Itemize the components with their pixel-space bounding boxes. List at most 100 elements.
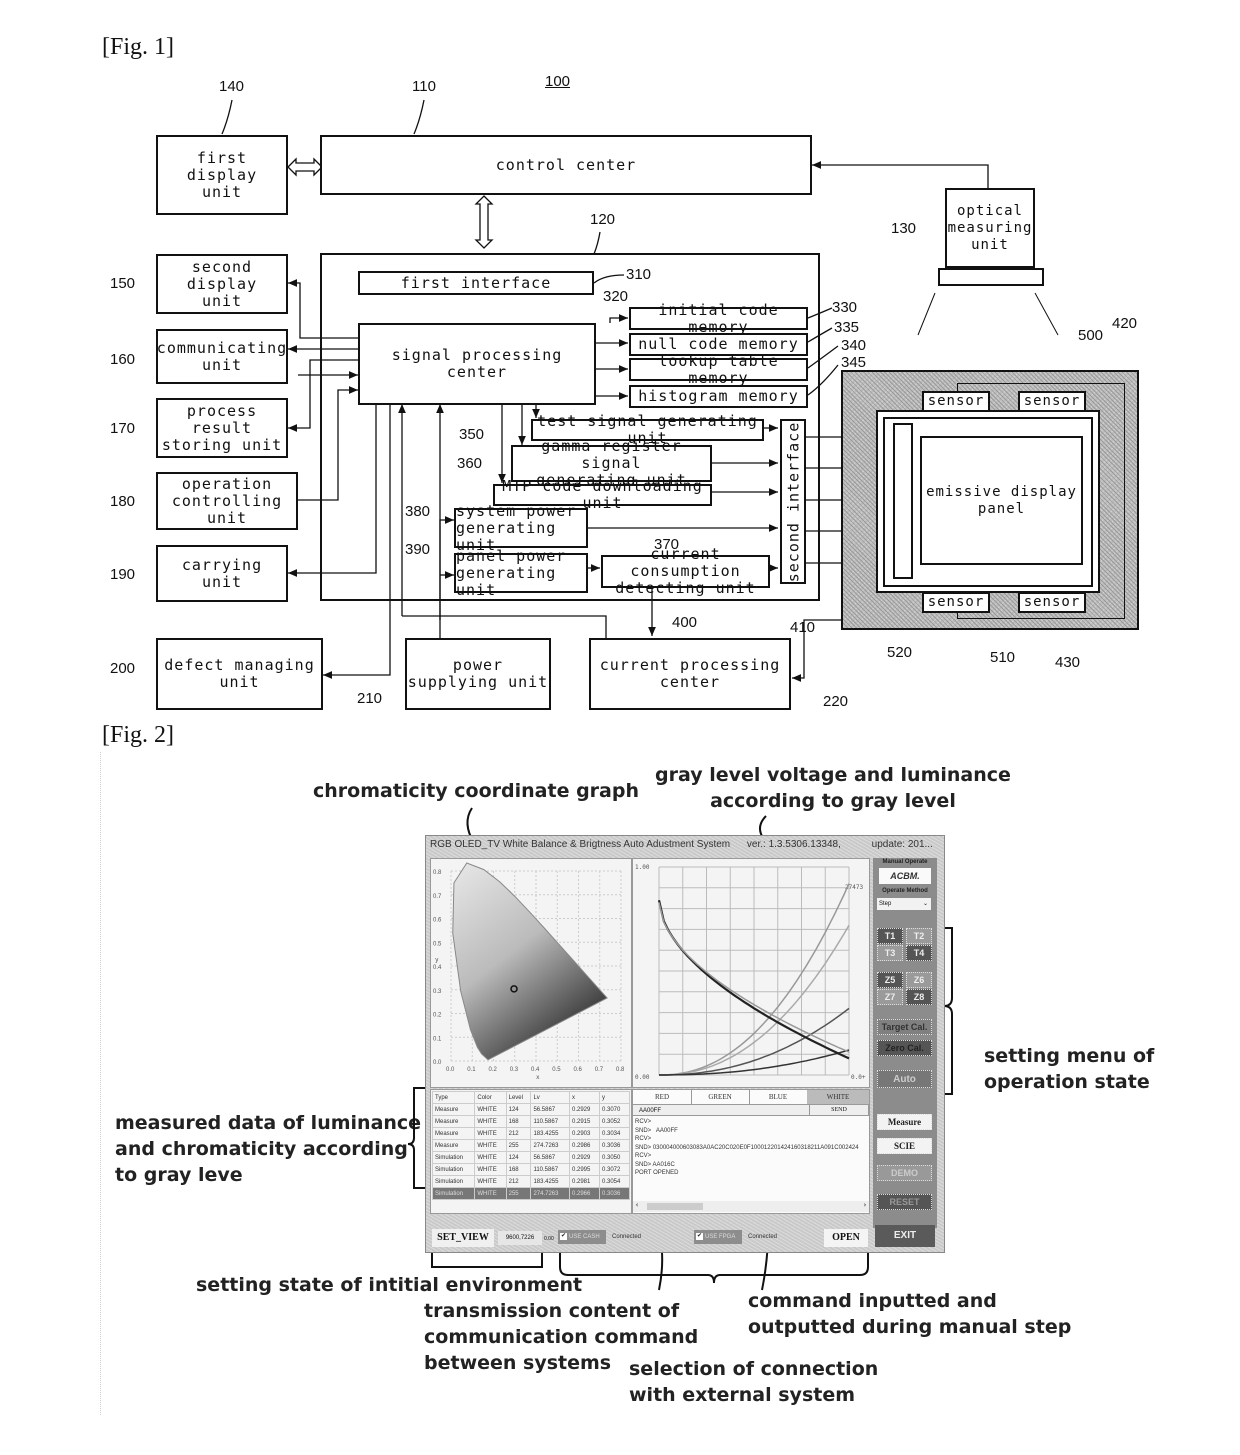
table-cell: 0.2903 [569,1127,600,1140]
tab-blue[interactable]: BLUE [749,1090,808,1104]
set-view-button[interactable]: SET_VIEW [432,1229,494,1247]
ref-110: 110 [412,78,436,95]
z6-button[interactable]: Z6 [906,972,932,988]
acbm-logo: ACBM. [879,868,931,884]
ref-120: 120 [590,211,616,228]
second-display-unit: second display unit [156,254,288,314]
table-row[interactable]: Measure WHITE 124 56.5867 0.2929 0.3070 [431,1103,631,1116]
leader-140 [221,99,233,135]
x-tick-label: 0.2 [489,1067,498,1073]
exit-button[interactable]: EXIT [875,1225,935,1247]
chromaticity-svg: 0.8 0.7 0.6 0.5 0.4 0.3 0.2 0.1 0.0 0.0 0.1 0.2 0.3 0… [433,862,625,1081]
ref-510: 510 [990,649,1016,666]
table-cell: Measure [431,1115,476,1128]
log-scrollbar[interactable]: ‹ › [633,1201,869,1212]
annotation-setting-menu: setting menu of operation state [984,1045,1155,1093]
second-interface: second interface [780,419,806,584]
bus-arrow-110-120 [474,195,494,249]
header-x: x [569,1091,600,1104]
table-cell: 183.4255 [530,1175,570,1188]
t3-button[interactable]: T3 [877,945,903,961]
manual-operate-label: Manual Operate [882,859,928,865]
table-row[interactable]: Measure WHITE 255 274.7263 0.2986 0.3036 [431,1139,631,1152]
tab-red[interactable]: RED [633,1090,692,1104]
baud-field[interactable]: 9600,7226 [498,1231,542,1245]
ref-140: 140 [219,78,245,95]
table-row[interactable]: Simulation WHITE 255 274.7263 0.2966 0.3036 [431,1187,631,1200]
table-cell: Measure [431,1139,476,1152]
target-cal-button[interactable]: Target Cal. [877,1019,932,1035]
operate-method-value: Step [879,901,892,907]
tab-green[interactable]: GREEN [691,1090,750,1104]
z8-button[interactable]: Z8 [906,989,932,1005]
table-row[interactable]: Simulation WHITE 124 56.5867 0.2929 0.3050 [431,1151,631,1164]
table-cell: WHITE [474,1139,507,1152]
table-cell: WHITE [474,1163,507,1176]
communicating-unit: communicating unit [156,329,288,384]
table-cell: Simulation [431,1151,476,1164]
annotation-initial-environment: setting state of intitial environment [196,1274,583,1296]
table-cell: WHITE [474,1151,507,1164]
table-cell: 0.3036 [598,1139,631,1152]
table-row[interactable]: Simulation WHITE 168 110.5867 0.2995 0.3072 [431,1163,631,1176]
sensor-bottom-right: sensor [1018,592,1086,613]
scroll-thumb[interactable] [647,1203,703,1210]
table-row[interactable]: Measure WHITE 212 183.4255 0.2903 0.3034 [431,1127,631,1140]
chevron-down-icon: ⌄ [922,901,928,907]
tab-white[interactable]: WHITE [807,1090,870,1104]
y-tick-label: 0.5 [433,941,442,947]
second-interface-label: second interface [784,421,802,582]
table-cell: 0.3072 [598,1163,631,1176]
table-cell: 168 [505,1115,532,1128]
table-cell: 0.2929 [569,1151,600,1164]
reset-button[interactable]: RESET [877,1194,932,1210]
ref-350: 350 [459,426,485,443]
histogram-memory: histogram memory [629,385,808,408]
y-tick-label: 0.7 [433,894,442,900]
x-axis-label: x [536,1074,540,1081]
operate-method-select[interactable]: Step ⌄ [877,898,931,910]
table-row[interactable]: Measure WHITE 168 110.5867 0.2915 0.3052 [431,1115,631,1128]
zero-cal-button[interactable]: Zero Cal. [877,1040,932,1056]
process-result-storing-unit: process result storing unit [156,398,288,458]
scroll-right-icon[interactable]: › [863,1201,867,1209]
table-cell: 124 [505,1103,532,1116]
gray-level-graph: 1.00 0.00 0.0+ 27473 [632,858,870,1088]
auto-button[interactable]: Auto [877,1070,932,1088]
annotation-measured-data: measured data of luminance and chromatic… [115,1112,422,1186]
send-button[interactable]: SEND [809,1104,869,1116]
scroll-left-icon[interactable]: ‹ [635,1201,639,1209]
t1-button[interactable]: T1 [877,928,903,944]
app-update: update: 201... [871,839,933,850]
measure-button[interactable]: Measure [877,1114,932,1130]
y-tick-label: 0.0 [433,1060,442,1066]
annotation-gray-level: gray level voltage and luminance accordi… [655,764,1011,812]
wire-optical-control [812,161,989,188]
table-row[interactable]: Simulation WHITE 212 183.4255 0.2981 0.3054 [431,1175,631,1188]
use-fpga-checkbox[interactable]: ✔ USE FPGA [694,1230,742,1244]
use-cash-checkbox[interactable]: ✔ USE CASH [558,1230,606,1244]
open-button[interactable]: OPEN [824,1229,868,1247]
command-input[interactable]: AA00FF [633,1104,809,1116]
t4-button[interactable]: T4 [906,945,932,961]
table-cell: Simulation [431,1175,476,1188]
power-supplying-unit: power supplying unit [405,638,551,710]
ref-210: 210 [357,690,383,707]
measurement-table-panel: Type Color Level Lv x y Measure WHITE 124 5… [430,1089,632,1214]
control-center: control center [320,135,812,195]
z5-button[interactable]: Z5 [877,972,903,988]
ref-390: 390 [405,541,431,558]
table-cell: 110.5867 [530,1163,570,1176]
table-cell: 0.2981 [569,1175,600,1188]
z7-button[interactable]: Z7 [877,989,903,1005]
system-power-generating-unit: system power generating unit [454,502,588,553]
ref-150: 150 [110,275,136,292]
scie-button[interactable]: SCIE [877,1138,932,1154]
demo-button[interactable]: DEMO [877,1165,932,1181]
t2-button[interactable]: T2 [906,928,932,944]
sensor-top-right: sensor [1018,391,1086,412]
ref-335: 335 [834,319,860,336]
header-y: y [598,1091,631,1104]
log-line: SND> 030004000603083A0AC20C020E0F1000122… [635,1144,859,1151]
table-cell: 0.3052 [598,1115,631,1128]
